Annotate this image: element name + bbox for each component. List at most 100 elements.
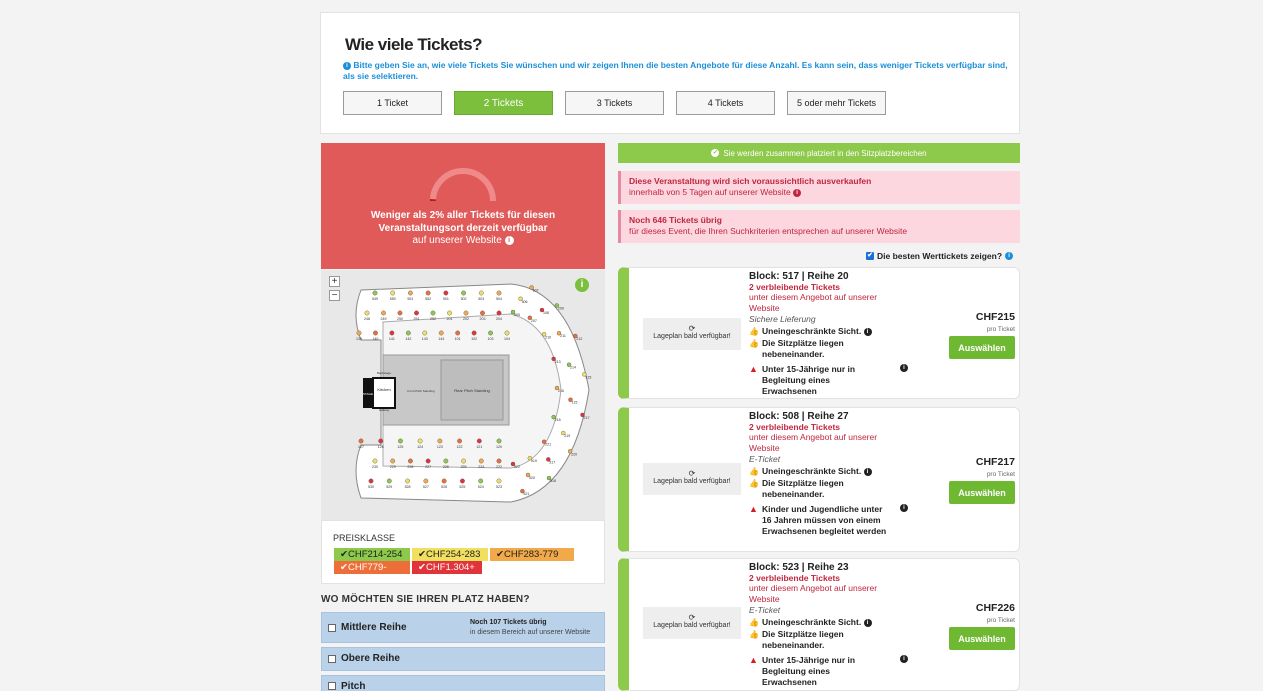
- section-label: 102: [471, 337, 477, 341]
- ticket-remaining: 2 verbleibende Tickets: [749, 282, 841, 292]
- section-label: 520: [529, 476, 535, 480]
- section-label: 225: [461, 465, 467, 469]
- section-availability-dot: [567, 449, 573, 454]
- ticket-listing[interactable]: ⟳ Lageplan bald verfügbar! Block: 517 | …: [618, 267, 1020, 399]
- qty-5plus-button[interactable]: 5 oder mehr Tickets: [787, 91, 886, 115]
- best-value-toggle[interactable]: ✔ Die besten Werttickets zeigen? i: [866, 251, 1014, 261]
- info-icon[interactable]: i: [863, 327, 872, 336]
- section-label: 228: [407, 465, 413, 469]
- section-availability-dot: [476, 438, 482, 444]
- section-availability-dot: [463, 310, 469, 316]
- section-availability-dot: [551, 356, 556, 362]
- qty-2-button[interactable]: 2 Tickets: [454, 91, 553, 115]
- section-availability-dot: [580, 412, 585, 418]
- zone-checkbox[interactable]: [328, 655, 336, 663]
- section-label: 215: [585, 375, 591, 379]
- section-availability-dot: [447, 310, 452, 316]
- section-label: 140: [372, 337, 378, 341]
- seat-map[interactable]: + − i STAGE Kitchen Front Pitch Standing…: [321, 270, 605, 520]
- section-availability-dot: [478, 290, 484, 296]
- section-availability-dot: [496, 438, 502, 444]
- section-label: 124: [417, 445, 423, 449]
- ticket-block: Block: 508 | Reihe 27: [749, 411, 849, 422]
- availability-gauge: [430, 168, 496, 202]
- section-label: 126: [378, 445, 384, 449]
- stadium-diagram[interactable]: STAGE Kitchen Front Pitch Standing Rear …: [321, 270, 605, 520]
- section-availability-dot: [408, 458, 413, 464]
- section-availability-dot: [496, 310, 502, 316]
- qty-1-button[interactable]: 1 Ticket: [343, 91, 442, 115]
- section-availability-dot: [356, 330, 362, 336]
- zone-middle-row[interactable]: Mittlere Reihe Noch 107 Tickets übrig in…: [321, 612, 605, 643]
- section-availability-dot: [566, 362, 572, 367]
- info-icon[interactable]: i: [900, 504, 908, 512]
- section-label: 506: [522, 300, 528, 304]
- section-availability-dot: [510, 309, 516, 315]
- select-button[interactable]: Auswählen: [949, 627, 1015, 650]
- section-availability-dot: [461, 290, 466, 296]
- section-label: 507: [533, 289, 539, 293]
- select-button[interactable]: Auswählen: [949, 336, 1015, 359]
- price-chip-2[interactable]: ✔CHF254-283: [412, 548, 488, 561]
- price-chip-5[interactable]: ✔CHF1.304+: [412, 561, 482, 574]
- availability-sub: auf unserer Website i: [321, 235, 605, 247]
- section-label: 127: [358, 445, 364, 449]
- section-availability-dot: [390, 458, 396, 464]
- ticket-listing[interactable]: ⟳ Lageplan bald verfügbar! Block: 523 | …: [618, 558, 1020, 691]
- section-availability-dot: [364, 310, 370, 316]
- section-label: 505: [514, 313, 520, 317]
- section-label: 214: [570, 366, 576, 370]
- section-availability-dot: [405, 478, 410, 484]
- section-availability-dot: [556, 331, 562, 336]
- ticket-block: Block: 523 | Reihe 23: [749, 562, 849, 573]
- section-availability-dot: [527, 315, 533, 320]
- price-chip-1[interactable]: ✔CHF214-254: [334, 548, 410, 561]
- section-label: 115: [572, 401, 578, 405]
- zone-backstage: Backstage: [377, 371, 391, 375]
- ticket-listing[interactable]: ⟳ Lageplan bald verfügbar! Block: 508 | …: [618, 407, 1020, 552]
- ticket-block: Block: 517 | Reihe 20: [749, 271, 849, 282]
- zone-checkbox[interactable]: [328, 624, 336, 632]
- section-label: 248: [364, 317, 370, 321]
- section-label: 104: [504, 337, 510, 341]
- section-label: 108: [543, 311, 549, 315]
- info-icon[interactable]: i: [863, 618, 872, 627]
- ticket-delivery: Sichere Lieferung: [749, 314, 816, 324]
- info-icon[interactable]: i: [793, 188, 802, 197]
- qty-4-button[interactable]: 4 Tickets: [676, 91, 775, 115]
- zone-checkbox[interactable]: [328, 682, 336, 690]
- section-label: 212: [576, 337, 582, 341]
- section-label: 204: [496, 317, 502, 321]
- section-availability-dot: [422, 330, 428, 336]
- zone-upper-row[interactable]: Obere Reihe: [321, 647, 605, 671]
- section-availability-dot: [405, 330, 411, 336]
- section-label: 504: [496, 297, 502, 301]
- info-icon[interactable]: i: [900, 364, 908, 372]
- checkbox-checked-icon[interactable]: ✔: [866, 252, 874, 260]
- section-label: 517: [549, 460, 555, 464]
- info-icon[interactable]: i: [1005, 252, 1014, 260]
- section-label: 211: [560, 334, 566, 338]
- info-icon[interactable]: i: [504, 235, 514, 245]
- price-chip-4[interactable]: ✔CHF779-1.304: [334, 561, 410, 586]
- qty-3-button[interactable]: 3 Tickets: [565, 91, 664, 115]
- section-label: 527: [423, 485, 429, 489]
- zone-pitch[interactable]: Pitch: [321, 675, 605, 691]
- section-label: 530: [368, 485, 374, 489]
- section-availability-dot: [372, 458, 378, 464]
- section-availability-dot: [546, 475, 552, 481]
- info-icon[interactable]: i: [900, 655, 908, 663]
- section-availability-dot: [425, 458, 431, 464]
- section-label: 503: [478, 297, 484, 301]
- availability-headline: Weniger als 2% aller Tickets für diesen …: [370, 210, 556, 234]
- refresh-icon: ⟳: [688, 613, 696, 622]
- section-availability-dot: [529, 285, 534, 290]
- section-availability-dot: [443, 290, 449, 296]
- section-availability-dot: [504, 330, 510, 336]
- select-button[interactable]: Auswählen: [949, 481, 1015, 504]
- ticket-per: pro Ticket: [986, 471, 1015, 478]
- section-label: 518: [550, 479, 556, 483]
- price-chip-3[interactable]: ✔CHF283-779: [490, 548, 574, 561]
- info-icon[interactable]: i: [863, 467, 872, 476]
- seat-plan-placeholder: ⟳ Lageplan bald verfügbar!: [643, 607, 741, 639]
